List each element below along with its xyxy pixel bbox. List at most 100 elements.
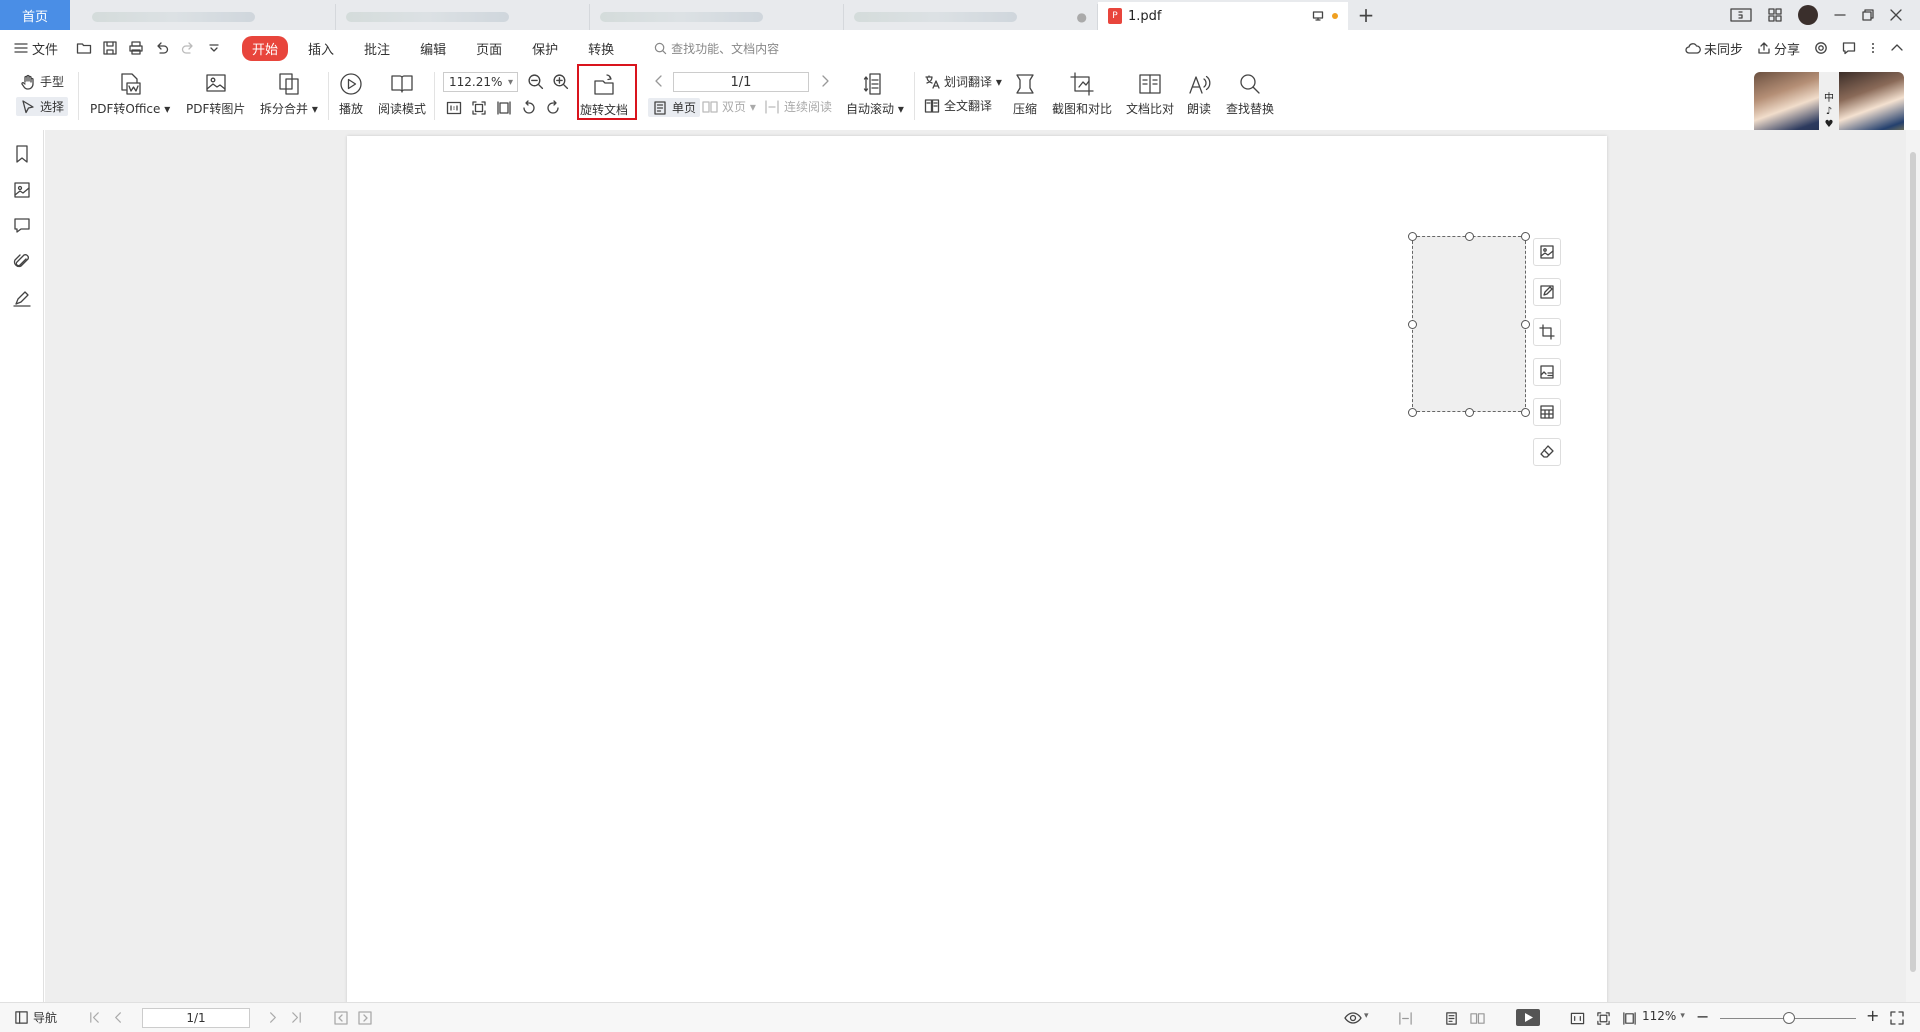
comment-icon[interactable] xyxy=(1842,41,1856,55)
double-page-view-icon[interactable] xyxy=(1470,1011,1485,1026)
eye-dropdown-icon[interactable]: ▾ xyxy=(1364,1011,1369,1021)
image-erase-button[interactable] xyxy=(1533,438,1561,466)
settings-gear-icon[interactable] xyxy=(1814,41,1828,55)
image-edit-button[interactable] xyxy=(1533,278,1561,306)
status-page-input[interactable]: 1/1 xyxy=(142,1008,250,1028)
image-replace-button[interactable] xyxy=(1533,238,1561,266)
navigation-toggle[interactable]: 导航 xyxy=(14,1009,57,1026)
open-folder-icon[interactable] xyxy=(76,40,92,56)
last-page-icon[interactable] xyxy=(290,1011,303,1024)
image-extract-text-button[interactable] xyxy=(1533,358,1561,386)
tab-blurred-1[interactable] xyxy=(82,4,336,30)
zoom-minus-icon[interactable]: − xyxy=(1696,1007,1709,1026)
pdf-page[interactable] xyxy=(347,136,1607,1002)
sync-button[interactable]: 未同步 xyxy=(1685,39,1743,58)
home-tab[interactable]: 首页 xyxy=(0,0,70,30)
hand-tool-button[interactable]: 手型 xyxy=(20,73,64,90)
signature-pen-icon[interactable] xyxy=(12,288,32,308)
image-crop-button[interactable] xyxy=(1533,318,1561,346)
actual-size-status-icon[interactable] xyxy=(1570,1011,1585,1026)
resize-handle-left[interactable] xyxy=(1408,320,1417,329)
tab-blurred-2[interactable] xyxy=(336,4,590,30)
quick-dropdown-icon[interactable] xyxy=(206,40,222,56)
actual-size-icon[interactable] xyxy=(446,100,462,116)
zoom-in-icon[interactable] xyxy=(552,73,569,90)
find-replace-button[interactable]: 查找替换 xyxy=(1226,71,1274,117)
collapse-ribbon-icon[interactable] xyxy=(1890,41,1904,55)
save-icon[interactable] xyxy=(102,40,118,56)
bookmark-icon[interactable] xyxy=(12,144,32,164)
back-view-icon[interactable] xyxy=(334,1011,348,1025)
pdf-to-image-button[interactable]: PDF转图片 xyxy=(186,71,245,117)
single-page-button[interactable]: 单页 xyxy=(648,98,701,117)
image-table-button[interactable] xyxy=(1533,398,1561,426)
fit-width-icon[interactable] xyxy=(496,100,512,116)
restore-icon[interactable] xyxy=(1862,9,1874,21)
continuous-read-button[interactable]: 连续阅读 xyxy=(764,98,832,115)
previous-page-icon[interactable] xyxy=(652,74,666,88)
fullscreen-icon[interactable] xyxy=(1890,1011,1904,1025)
single-page-view-icon[interactable] xyxy=(1444,1011,1459,1026)
tab-protect[interactable]: 保护 xyxy=(522,36,568,61)
doc-compare-button[interactable]: 文档比对 xyxy=(1126,71,1174,117)
tab-edit[interactable]: 编辑 xyxy=(410,36,456,61)
double-page-button[interactable]: 双页 ▾ xyxy=(702,98,756,115)
layout-5-icon[interactable] xyxy=(1730,8,1752,22)
comment-panel-icon[interactable] xyxy=(12,216,32,236)
print-icon[interactable] xyxy=(128,40,144,56)
tab-start[interactable]: 开始 xyxy=(242,35,289,61)
rotate-left-icon[interactable] xyxy=(521,100,537,116)
attachment-paperclip-icon[interactable] xyxy=(12,252,32,272)
thumbnail-image-icon[interactable] xyxy=(12,180,32,200)
zoom-out-icon[interactable] xyxy=(527,73,544,90)
close-icon[interactable] xyxy=(1890,9,1902,21)
play-button[interactable]: 播放 xyxy=(338,71,364,117)
slideshow-play-button[interactable] xyxy=(1516,1009,1540,1026)
file-menu[interactable]: 文件 xyxy=(14,39,58,58)
redo-icon[interactable] xyxy=(180,40,196,56)
rotate-right-icon[interactable] xyxy=(545,100,561,116)
tab-insert[interactable]: 插入 xyxy=(298,36,344,61)
fit-width-status-icon[interactable] xyxy=(1622,1011,1637,1026)
tab-1-pdf[interactable]: P 1.pdf xyxy=(1098,2,1348,30)
selected-image-frame[interactable] xyxy=(1412,236,1526,412)
tab-page[interactable]: 页面 xyxy=(466,36,512,61)
document-canvas[interactable] xyxy=(45,130,1906,1002)
undo-icon[interactable] xyxy=(154,40,170,56)
more-vertical-icon[interactable] xyxy=(1870,41,1876,55)
full-translate-button[interactable]: 全文翻译 xyxy=(924,97,992,114)
next-page-status-icon[interactable] xyxy=(266,1011,279,1024)
word-translate-button[interactable]: 划词翻译 ▾ xyxy=(924,73,1002,90)
zoom-level-select[interactable]: 112% ▾ xyxy=(1642,1009,1685,1023)
minimize-icon[interactable] xyxy=(1834,9,1846,21)
grid-apps-icon[interactable] xyxy=(1768,8,1782,22)
split-merge-button[interactable]: 拆分合并 ▾ xyxy=(260,71,318,117)
forward-view-icon[interactable] xyxy=(358,1011,372,1025)
resize-handle-top-left[interactable] xyxy=(1408,232,1417,241)
tab-blurred-3[interactable] xyxy=(590,4,844,30)
tab-blurred-4[interactable]: ● xyxy=(844,4,1098,30)
fit-page-icon[interactable] xyxy=(471,100,487,116)
compress-button[interactable]: 压缩 xyxy=(1012,71,1038,117)
pdf-to-office-button[interactable]: PDF转Office ▾ xyxy=(90,71,170,117)
prev-page-icon[interactable] xyxy=(112,1011,125,1024)
zoom-plus-icon[interactable]: + xyxy=(1866,1006,1879,1025)
resize-handle-bottom[interactable] xyxy=(1465,408,1474,417)
tab-convert[interactable]: 转换 xyxy=(578,36,624,61)
fit-page-status-icon[interactable] xyxy=(1596,1011,1611,1026)
share-button[interactable]: 分享 xyxy=(1757,39,1800,58)
resize-handle-bottom-left[interactable] xyxy=(1408,408,1417,417)
user-avatar[interactable] xyxy=(1798,5,1818,25)
resize-handle-right[interactable] xyxy=(1521,320,1530,329)
new-tab-button[interactable]: + xyxy=(1348,0,1384,30)
read-mode-button[interactable]: 阅读模式 xyxy=(378,71,426,117)
scrollbar-thumb[interactable] xyxy=(1910,152,1916,972)
eye-protection-icon[interactable] xyxy=(1344,1010,1362,1026)
zoom-percent-select[interactable]: 112.21% ▾ xyxy=(443,72,518,92)
select-tool-button[interactable]: 选择 xyxy=(16,97,69,116)
resize-handle-top-right[interactable] xyxy=(1521,232,1530,241)
screenshot-compare-button[interactable]: 截图和对比 xyxy=(1052,71,1112,117)
resize-handle-bottom-right[interactable] xyxy=(1521,408,1530,417)
monitor-icon[interactable] xyxy=(1312,10,1324,22)
next-page-icon[interactable] xyxy=(818,74,832,88)
